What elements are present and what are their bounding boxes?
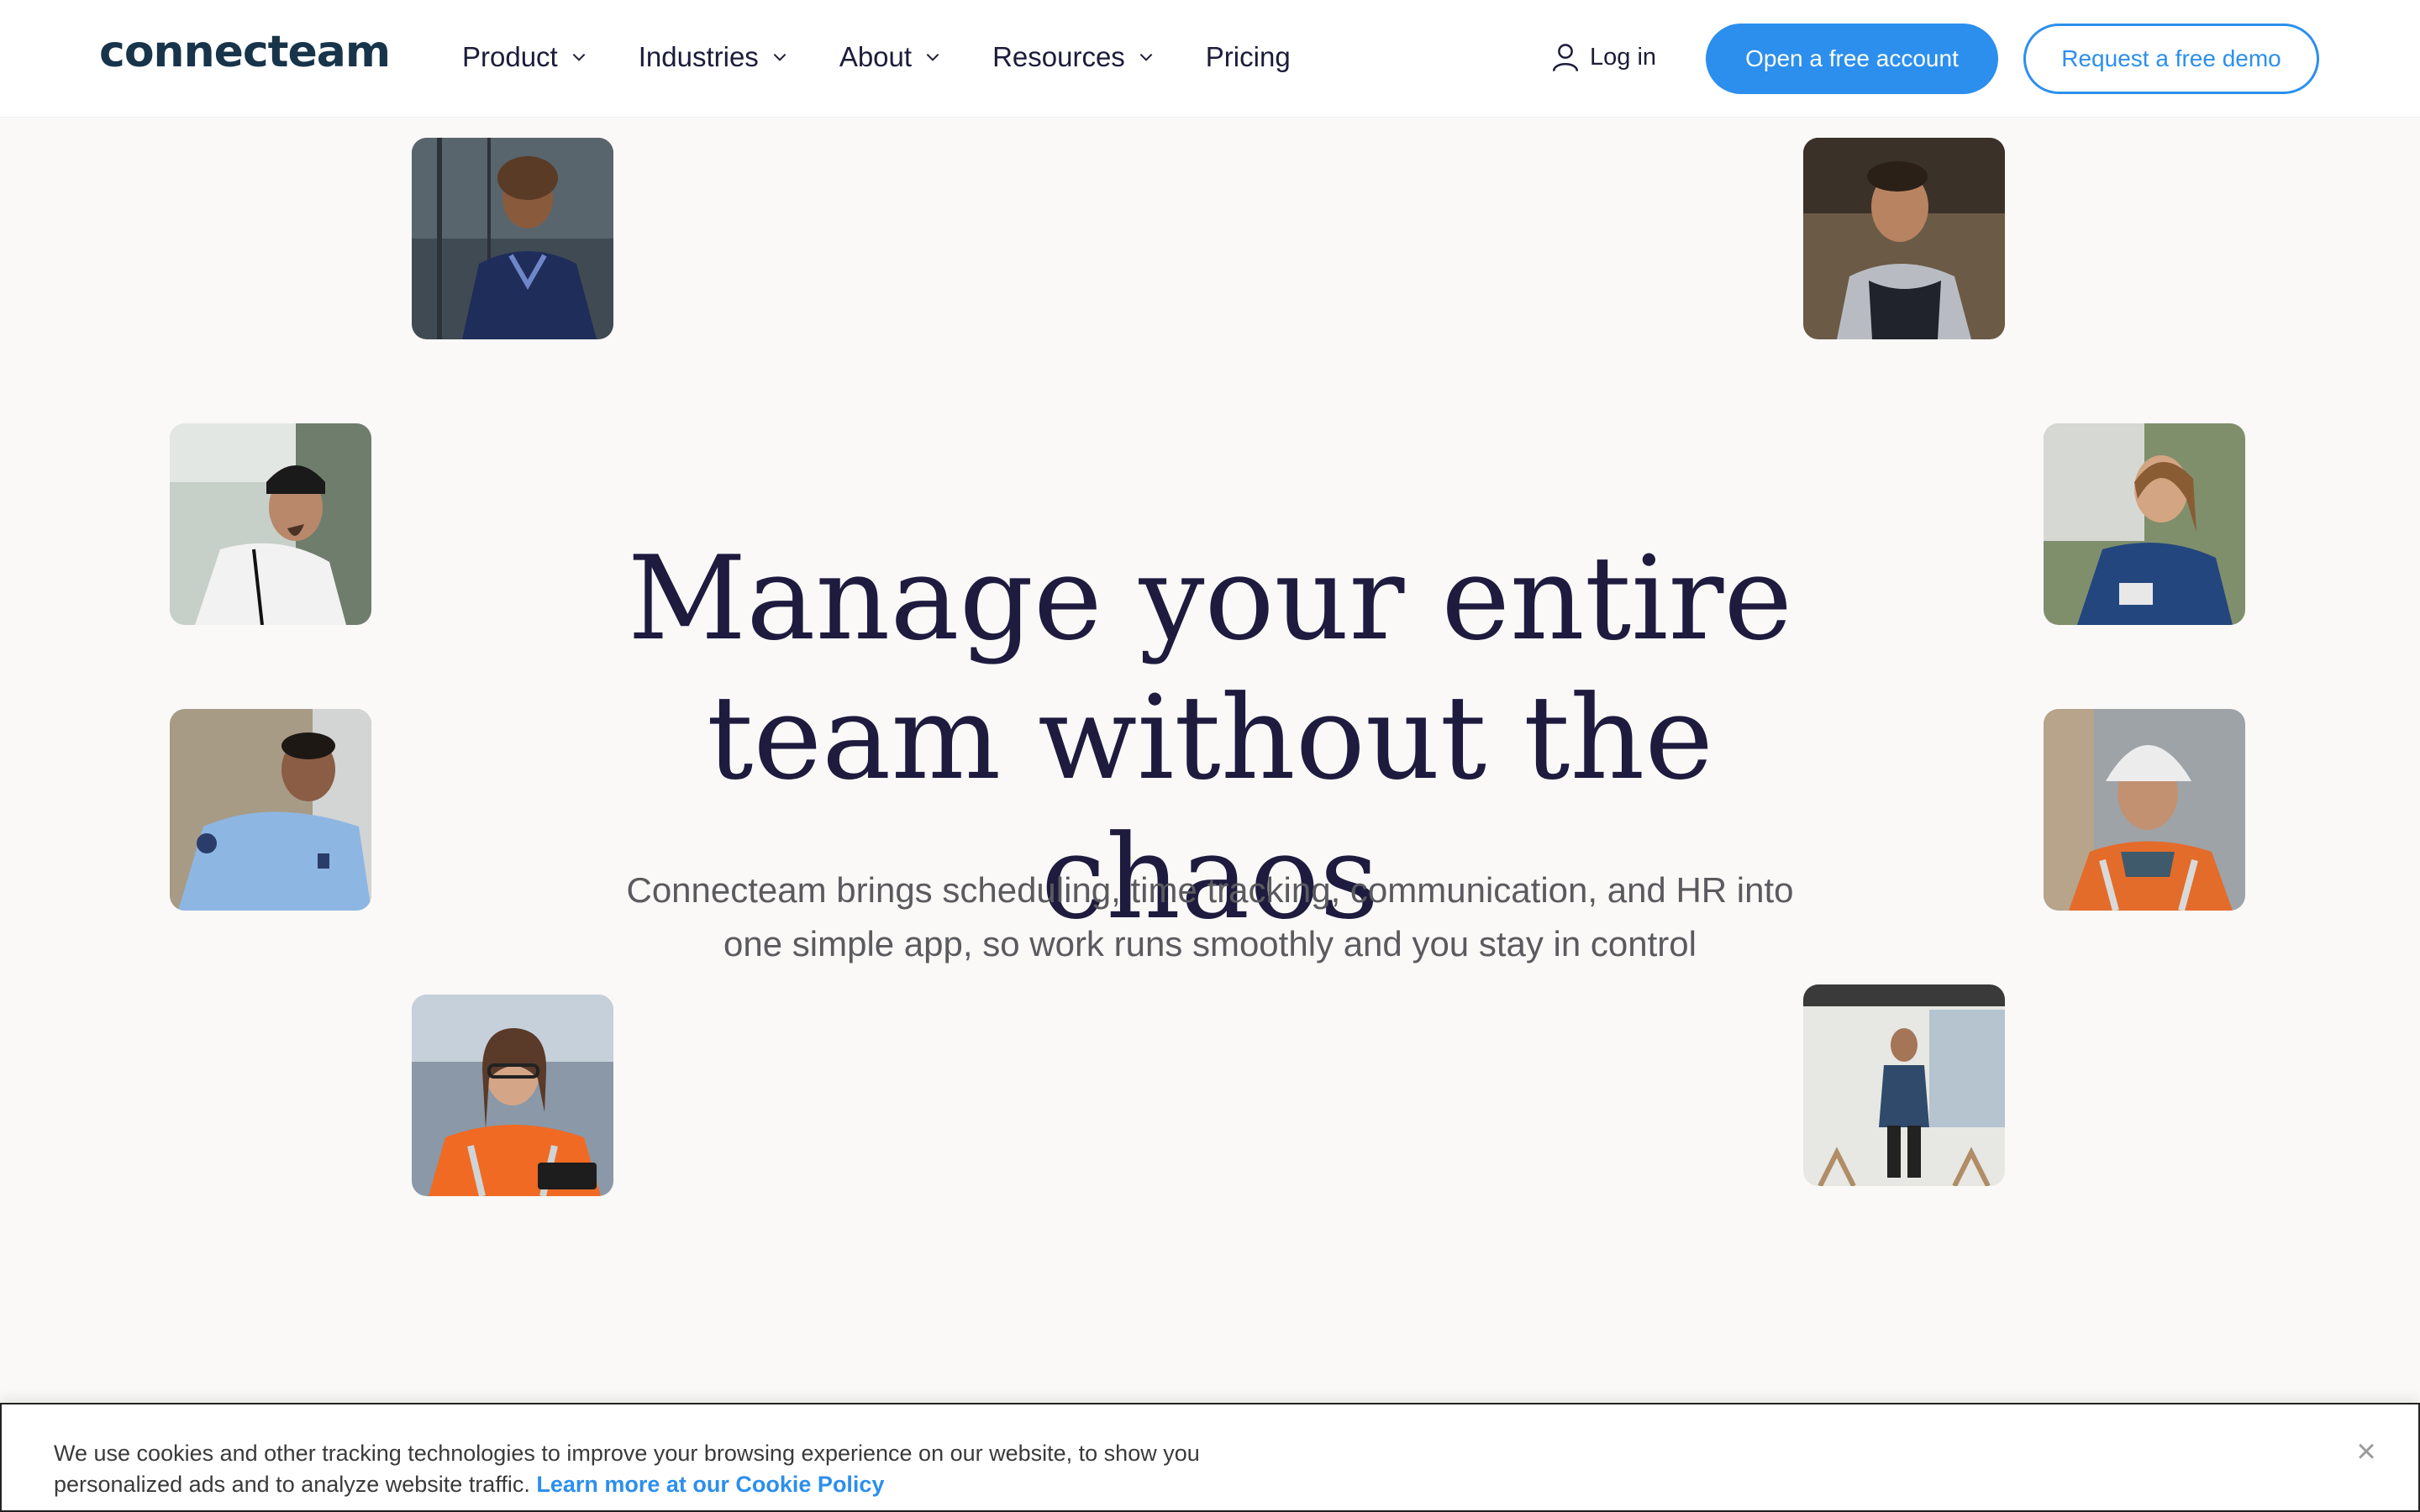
chevron-down-icon <box>1139 53 1153 61</box>
hero-subtitle-line-1: Connecteam brings scheduling, time track… <box>626 870 1794 910</box>
site-header: connecteam Product Industries About Reso… <box>0 0 2420 118</box>
hero-title-line-1: Manage your entire <box>627 531 1793 666</box>
connecteam-logo[interactable]: connecteam <box>99 27 391 77</box>
photo-nurse-office <box>412 138 613 339</box>
photo-construction-hardhat <box>2044 709 2245 911</box>
photo-man-office-space <box>1803 984 2005 1186</box>
close-icon[interactable]: × <box>2349 1435 2383 1468</box>
nav-item-label: Industries <box>638 41 759 72</box>
photo-warehouse-woman <box>412 995 613 1196</box>
cookie-text-line-1: We use cookies and other tracking techno… <box>54 1441 1200 1466</box>
chevron-down-icon <box>926 53 939 61</box>
hero-subtitle-line-2: one simple app, so work runs smoothly an… <box>723 924 1697 963</box>
chevron-down-icon <box>572 53 586 61</box>
page: connecteam Product Industries About Reso… <box>0 0 2420 1512</box>
cookie-text-line-2: personalized ads and to analyze website … <box>54 1472 530 1497</box>
photo-nurse-outdoor <box>2044 423 2245 625</box>
nav-item-label: Product <box>462 41 558 72</box>
open-free-account-button[interactable]: Open a free account <box>1706 24 1998 94</box>
login-link[interactable]: Log in <box>1551 37 1656 77</box>
user-icon <box>1552 44 1579 71</box>
login-label: Log in <box>1590 43 1657 71</box>
photo-chef-apron <box>1803 138 2005 339</box>
nav-item-resources[interactable]: Resources <box>992 37 1155 77</box>
request-demo-button[interactable]: Request a free demo <box>2023 24 2319 94</box>
nav-item-product[interactable]: Product <box>462 37 588 77</box>
cookie-text: We use cookies and other tracking techno… <box>54 1438 1314 1500</box>
nav-item-label: About <box>839 41 913 72</box>
nav-item-pricing[interactable]: Pricing <box>1206 37 1291 77</box>
cookie-policy-link[interactable]: Learn more at our Cookie Policy <box>536 1472 884 1497</box>
chevron-down-icon <box>773 53 786 61</box>
main-nav: Product Industries About Resources Prici… <box>462 37 1341 77</box>
nav-item-about[interactable]: About <box>839 37 942 77</box>
photo-worker-beanie <box>170 423 371 625</box>
nav-item-industries[interactable]: Industries <box>639 37 789 77</box>
photo-security-officer <box>170 709 371 911</box>
nav-item-label: Pricing <box>1205 41 1291 72</box>
nav-item-label: Resources <box>992 41 1125 72</box>
hero-subtitle: Connecteam brings scheduling, time track… <box>538 864 1882 971</box>
cookie-banner: We use cookies and other tracking techno… <box>0 1403 2420 1512</box>
